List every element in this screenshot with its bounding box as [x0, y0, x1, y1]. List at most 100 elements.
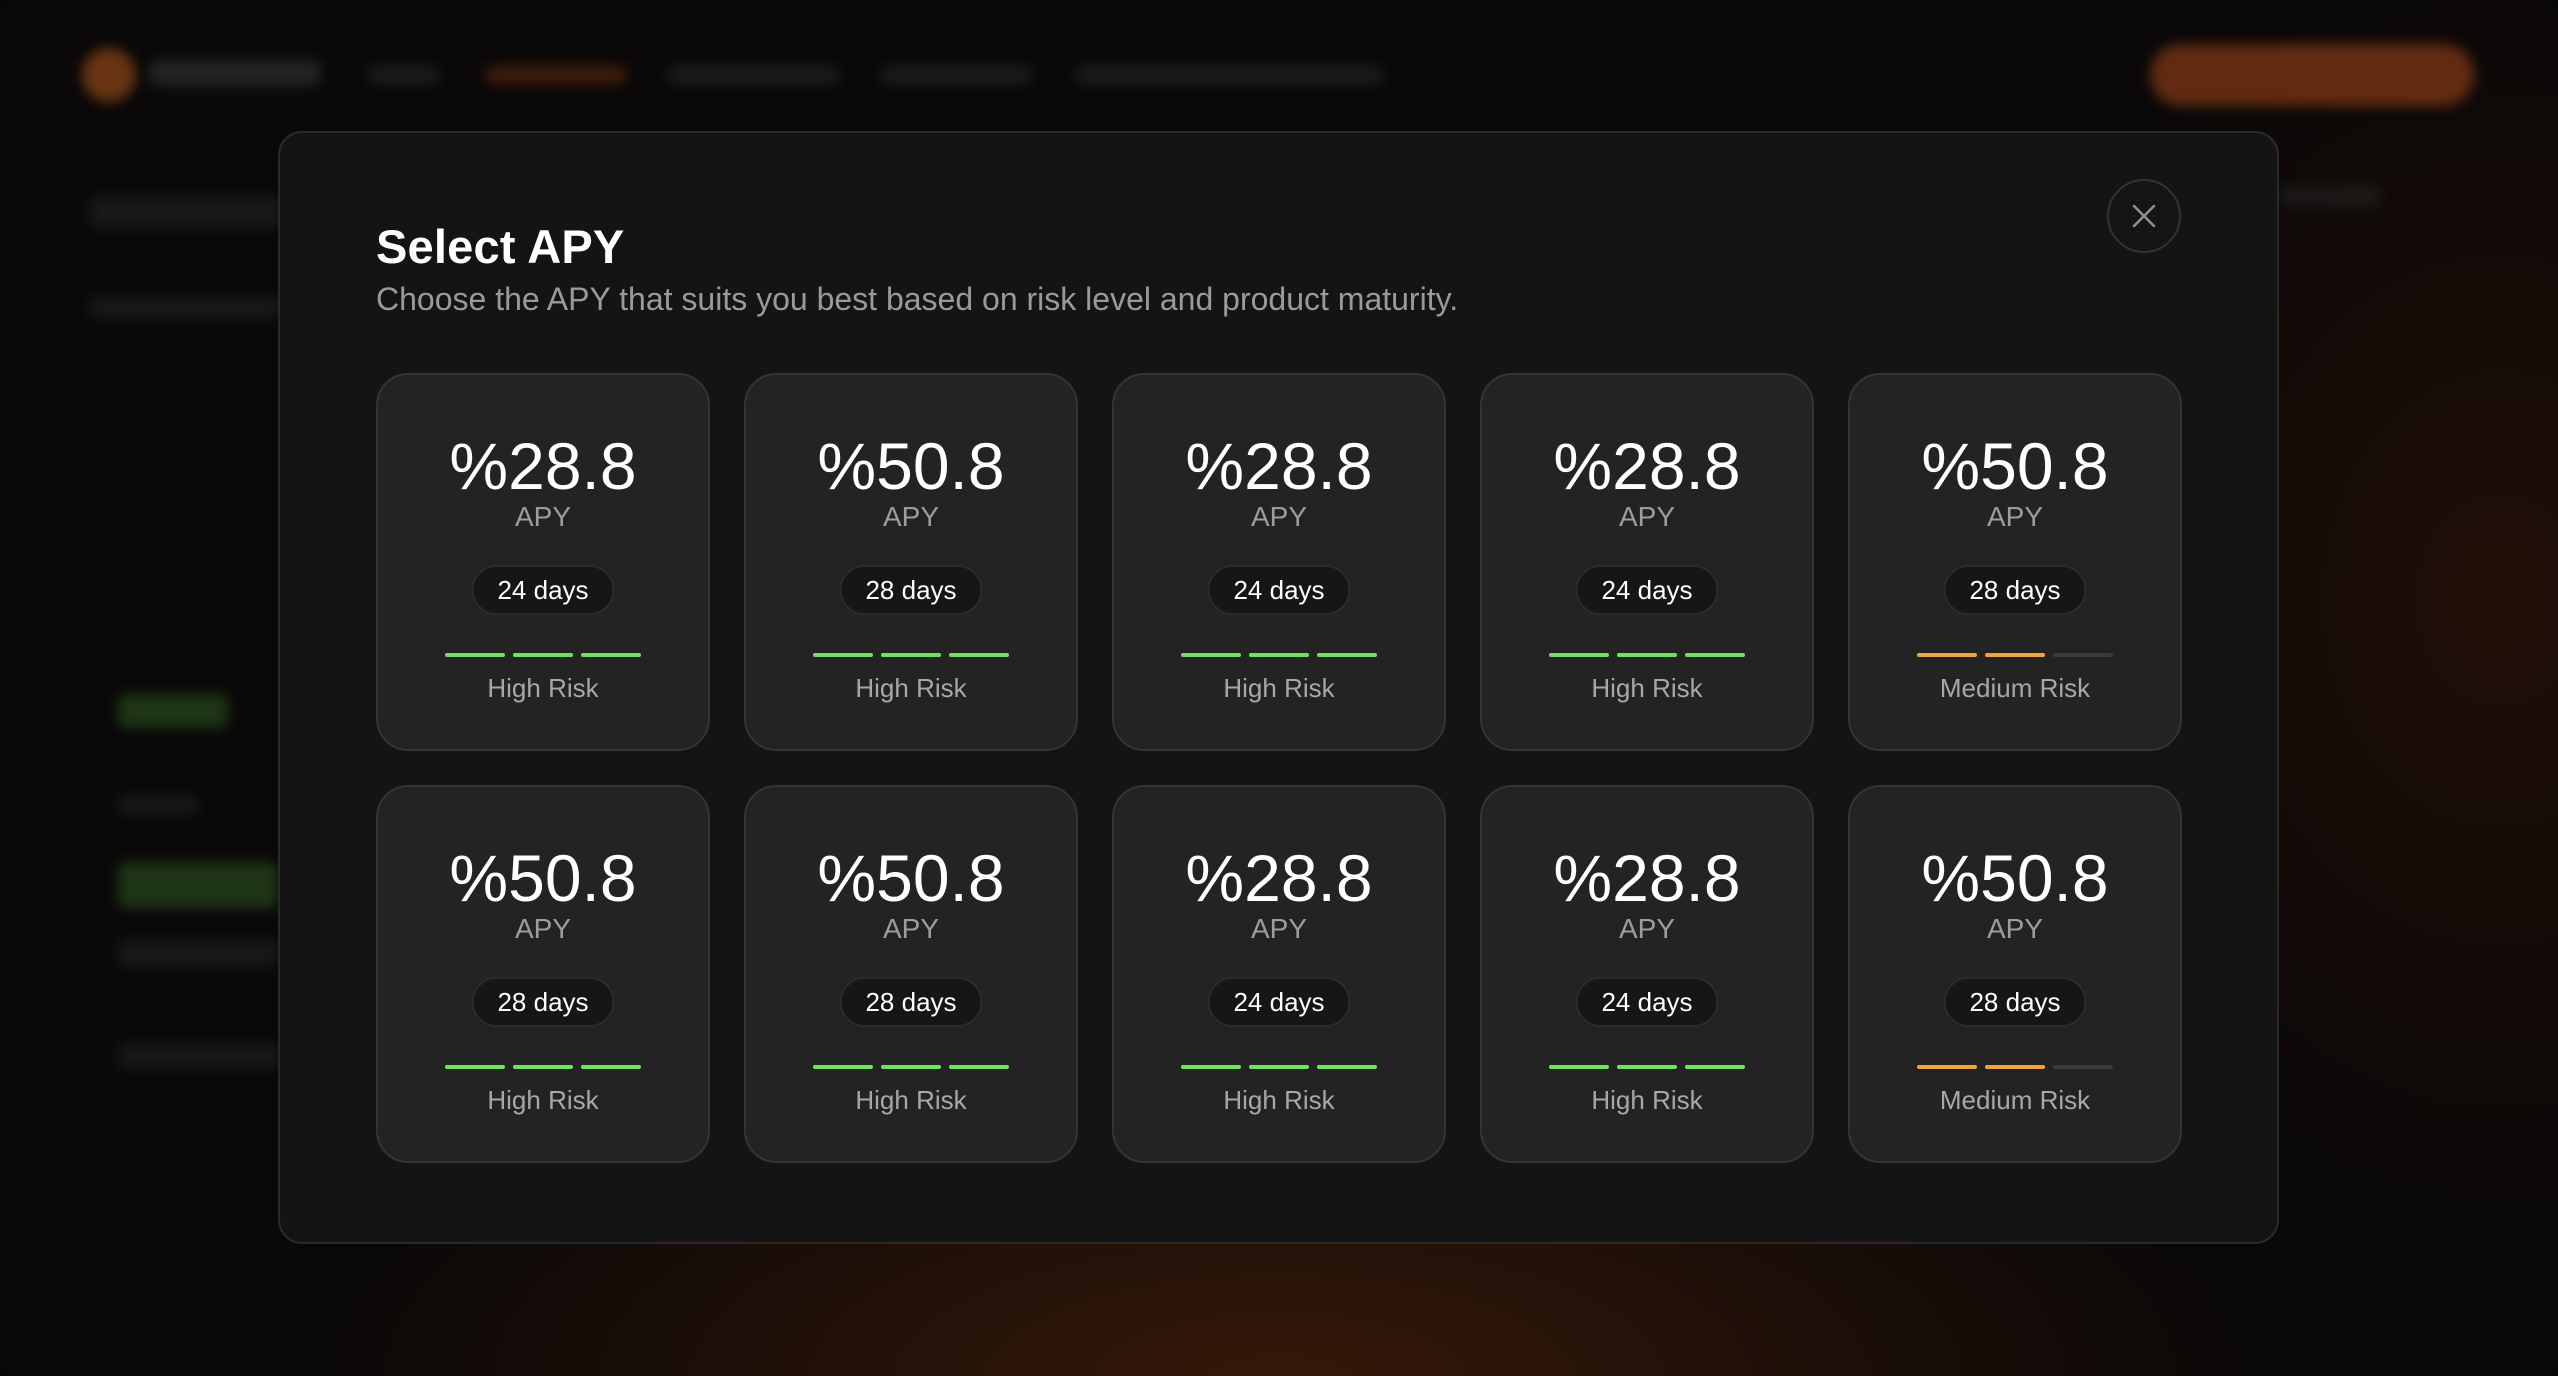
apy-label: APY: [1618, 913, 1676, 944]
modal-subtitle: Choose the APY that suits you best based…: [376, 281, 1459, 317]
risk-level-indicator: [813, 1065, 1009, 1069]
apy-label: APY: [1986, 501, 2044, 532]
risk-level-bar: [813, 1065, 873, 1069]
apy-label: APY: [1986, 913, 2044, 944]
apy-value: %28.8: [1553, 429, 1741, 503]
risk-level-indicator: [1181, 653, 1377, 657]
risk-level-indicator: [1917, 1065, 2113, 1069]
bg-heading: [90, 196, 280, 228]
brand-name: [150, 60, 320, 86]
risk-level-bar: [2053, 1065, 2113, 1069]
apy-option-card[interactable]: %50.8 APY 28 days High Risk: [744, 373, 1078, 751]
apy-option-card[interactable]: %50.8 APY 28 days High Risk: [744, 785, 1078, 1163]
risk-level-bar: [1985, 1065, 2045, 1069]
risk-label: High Risk: [1223, 673, 1335, 703]
apy-label: APY: [1618, 501, 1676, 532]
risk-level-indicator: [445, 1065, 641, 1069]
risk-level-bar: [445, 653, 505, 657]
nav-item: [882, 66, 1032, 84]
apy-option-card[interactable]: %28.8 APY 24 days High Risk: [1112, 373, 1446, 751]
risk-level-bar: [1317, 653, 1377, 657]
risk-label: High Risk: [487, 1085, 599, 1115]
risk-level-indicator: [1549, 653, 1745, 657]
apy-options-grid: %28.8 APY 24 days High Risk %50.8 APY 28 days H…: [376, 373, 2182, 1163]
risk-level-bar: [581, 1065, 641, 1069]
risk-label: High Risk: [1591, 1085, 1703, 1115]
bg-text: [2280, 186, 2380, 206]
risk-level-bar: [513, 1065, 573, 1069]
risk-level-bar: [1685, 1065, 1745, 1069]
apy-value: %50.8: [1921, 841, 2109, 915]
risk-level-bar: [881, 653, 941, 657]
risk-label: High Risk: [855, 1085, 967, 1115]
risk-level-indicator: [1917, 653, 2113, 657]
risk-level-indicator: [813, 653, 1009, 657]
risk-level-indicator: [1181, 1065, 1377, 1069]
modal-title: Select APY: [376, 220, 625, 273]
apy-option-card[interactable]: %50.8 APY 28 days Medium Risk: [1848, 785, 2182, 1163]
risk-level-bar: [949, 653, 1009, 657]
apy-label: APY: [1250, 501, 1308, 532]
apy-value: %50.8: [817, 841, 1005, 915]
apy-label: APY: [1250, 913, 1308, 944]
apy-option-card[interactable]: %28.8 APY 24 days High Risk: [1480, 373, 1814, 751]
apy-option-card[interactable]: %50.8 APY 28 days High Risk: [376, 785, 710, 1163]
apy-option-card[interactable]: %28.8 APY 24 days High Risk: [376, 373, 710, 751]
risk-label: High Risk: [1591, 673, 1703, 703]
risk-level-bar: [1249, 653, 1309, 657]
risk-label: High Risk: [487, 673, 599, 703]
risk-level-indicator: [445, 653, 641, 657]
risk-level-bar: [1181, 653, 1241, 657]
duration-badge: 24 days: [1575, 977, 1719, 1027]
apy-value: %28.8: [1553, 841, 1741, 915]
risk-level-bar: [1917, 1065, 1977, 1069]
duration-badge: 28 days: [1943, 565, 2087, 615]
brand-logo: [82, 48, 136, 102]
apy-option-card[interactable]: %28.8 APY 24 days High Risk: [1480, 785, 1814, 1163]
risk-level-bar: [1617, 1065, 1677, 1069]
duration-badge: 28 days: [471, 977, 615, 1027]
risk-level-bar: [445, 1065, 505, 1069]
apy-value: %50.8: [817, 429, 1005, 503]
nav-item: [1076, 66, 1382, 84]
apy-value: %50.8: [1921, 429, 2109, 503]
risk-level-bar: [2053, 653, 2113, 657]
duration-badge: 28 days: [839, 977, 983, 1027]
duration-badge: 24 days: [1575, 565, 1719, 615]
apy-option-card[interactable]: %50.8 APY 28 days Medium Risk: [1848, 373, 2182, 751]
bg-text: [118, 796, 198, 814]
risk-level-bar: [1549, 653, 1609, 657]
risk-level-bar: [581, 653, 641, 657]
apy-label: APY: [882, 501, 940, 532]
duration-badge: 28 days: [1943, 977, 2087, 1027]
risk-level-bar: [1685, 653, 1745, 657]
risk-level-bar: [1549, 1065, 1609, 1069]
apy-value: %28.8: [1185, 841, 1373, 915]
bg-badge: [118, 694, 228, 728]
nav-item: [368, 66, 438, 84]
duration-badge: 24 days: [1207, 565, 1351, 615]
risk-level-indicator: [1549, 1065, 1745, 1069]
apy-value: %50.8: [449, 841, 637, 915]
apy-label: APY: [882, 913, 940, 944]
bg-text: [118, 1044, 278, 1068]
nav-item: [668, 66, 838, 84]
risk-label: Medium Risk: [1939, 1085, 2091, 1115]
bg-text: [90, 296, 280, 318]
nav-item: [486, 66, 626, 84]
header-cta-button: [2150, 44, 2474, 106]
apy-label: APY: [514, 913, 572, 944]
risk-level-bar: [1249, 1065, 1309, 1069]
duration-badge: 24 days: [1207, 977, 1351, 1027]
bg-text: [118, 940, 278, 966]
bg-value: [118, 862, 278, 908]
close-icon: [2130, 202, 2158, 230]
risk-level-bar: [813, 653, 873, 657]
duration-badge: 28 days: [839, 565, 983, 615]
risk-level-bar: [1617, 653, 1677, 657]
apy-option-card[interactable]: %28.8 APY 24 days High Risk: [1112, 785, 1446, 1163]
risk-level-bar: [1917, 653, 1977, 657]
close-button[interactable]: [2107, 179, 2181, 253]
select-apy-modal: Select APY Choose the APY that suits you…: [278, 131, 2279, 1244]
risk-level-bar: [1317, 1065, 1377, 1069]
